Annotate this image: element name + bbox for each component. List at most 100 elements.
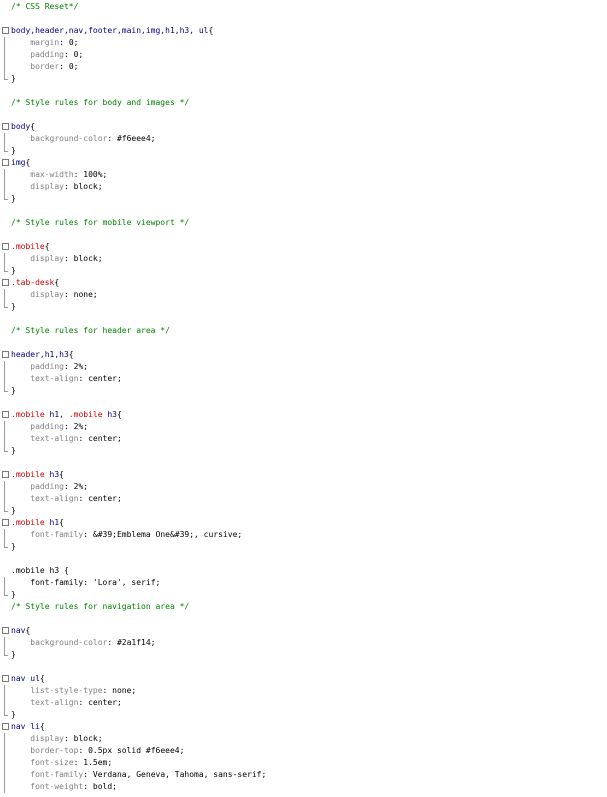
open-brace: { [30,122,36,131]
fold-guide-line [4,769,5,781]
close-brace: } [11,506,16,515]
open-brace: { [39,674,45,683]
css-property: background-color [30,638,108,647]
colon: : [63,50,74,59]
code-line: /* Style rules for navigation area */ [0,601,607,613]
code-line: list-style-type: none; [0,685,607,697]
fold-guide-line [4,361,5,373]
css-property: display [30,290,64,299]
fold-guide-line [4,481,5,493]
css-value: 'Lora', serif; [92,578,161,587]
css-value: 2%; [73,362,89,371]
colon: : [107,134,117,143]
fold-toggle-icon[interactable] [2,279,9,286]
colon: : [78,698,89,707]
code-text: border-top: 0.5px solid #f6eee4; [11,745,184,757]
fold-toggle-icon[interactable] [2,519,9,526]
fold-toggle-icon[interactable] [2,411,9,418]
colon: : [73,170,84,179]
css-property: border-top [30,746,79,755]
code-line: padding: 0; [0,49,607,61]
code-text: } [11,709,16,721]
colon: : [83,530,93,539]
colon: : [63,482,74,491]
code-line: text-align: center; [0,373,607,385]
fold-guide-end [4,451,8,452]
code-text: } [11,145,16,157]
code-editor[interactable]: /* CSS Reset*/ body,header,nav,footer,mai… [0,0,607,797]
code-line: } [0,265,607,277]
css-selector: h3 [102,410,117,419]
code-text: .mobile h1{ [11,517,64,529]
code-line: img{ [0,157,607,169]
fold-toggle-icon[interactable] [2,123,9,130]
code-line: display: none; [0,289,607,301]
colon: : [78,434,89,443]
fold-guide-end [4,655,8,656]
css-property: max-width [30,170,74,179]
close-brace: } [11,590,16,599]
css-property: display [30,182,64,191]
fold-guide-end [4,511,8,512]
css-property: font-weight [30,782,84,791]
close-brace: } [11,146,16,155]
code-text: display: block; [11,733,102,745]
fold-guide-line [4,373,5,385]
fold-toggle-icon[interactable] [2,27,9,34]
css-selector: nav ul [11,674,40,683]
close-brace: } [11,386,16,395]
fold-toggle-icon[interactable] [2,351,9,358]
code-comment: /* Style rules for header area */ [11,326,170,335]
css-selector: .tab-desk [11,278,55,287]
fold-guide-line [4,61,5,73]
code-line: display: block; [0,181,607,193]
code-line: .mobile{ [0,241,607,253]
code-text: padding: 2%; [11,361,88,373]
fold-guide-line [4,421,5,433]
colon: : [63,182,74,191]
css-property: border [30,62,60,71]
css-property: list-style-type [30,686,103,695]
code-line: padding: 2%; [0,481,607,493]
css-property: font-size [30,758,74,767]
code-line: font-size: 1.5em; [0,757,607,769]
code-text: background-color: #f6eee4; [11,133,155,145]
css-value: #2a1f14; [116,638,156,647]
code-text: padding: 2%; [11,481,88,493]
code-line: nav{ [0,625,607,637]
code-text: .mobile{ [11,241,50,253]
code-text: nav li{ [11,721,45,733]
code-line: text-align: center; [0,697,607,709]
fold-toggle-icon[interactable] [2,627,9,634]
fold-toggle-icon[interactable] [2,159,9,166]
fold-toggle-icon[interactable] [2,243,9,250]
code-line: } [0,589,607,601]
fold-toggle-icon[interactable] [2,723,9,730]
code-line: font-family: Verdana, Geneva, Tahoma, sa… [0,769,607,781]
code-line: border: 0; [0,61,607,73]
code-line: .mobile h1, .mobile h3{ [0,409,607,421]
code-text: header,h1,h3{ [11,349,74,361]
code-line: } [0,709,607,721]
fold-toggle-icon[interactable] [2,471,9,478]
colon: : [83,770,93,779]
css-value: &#39;Emblema One&#39;, cursive; [92,530,243,539]
fold-toggle-icon[interactable] [2,675,9,682]
css-property: margin [30,38,60,47]
css-value: block; [73,254,103,263]
close-brace: } [11,194,16,203]
css-property: padding [30,422,64,431]
